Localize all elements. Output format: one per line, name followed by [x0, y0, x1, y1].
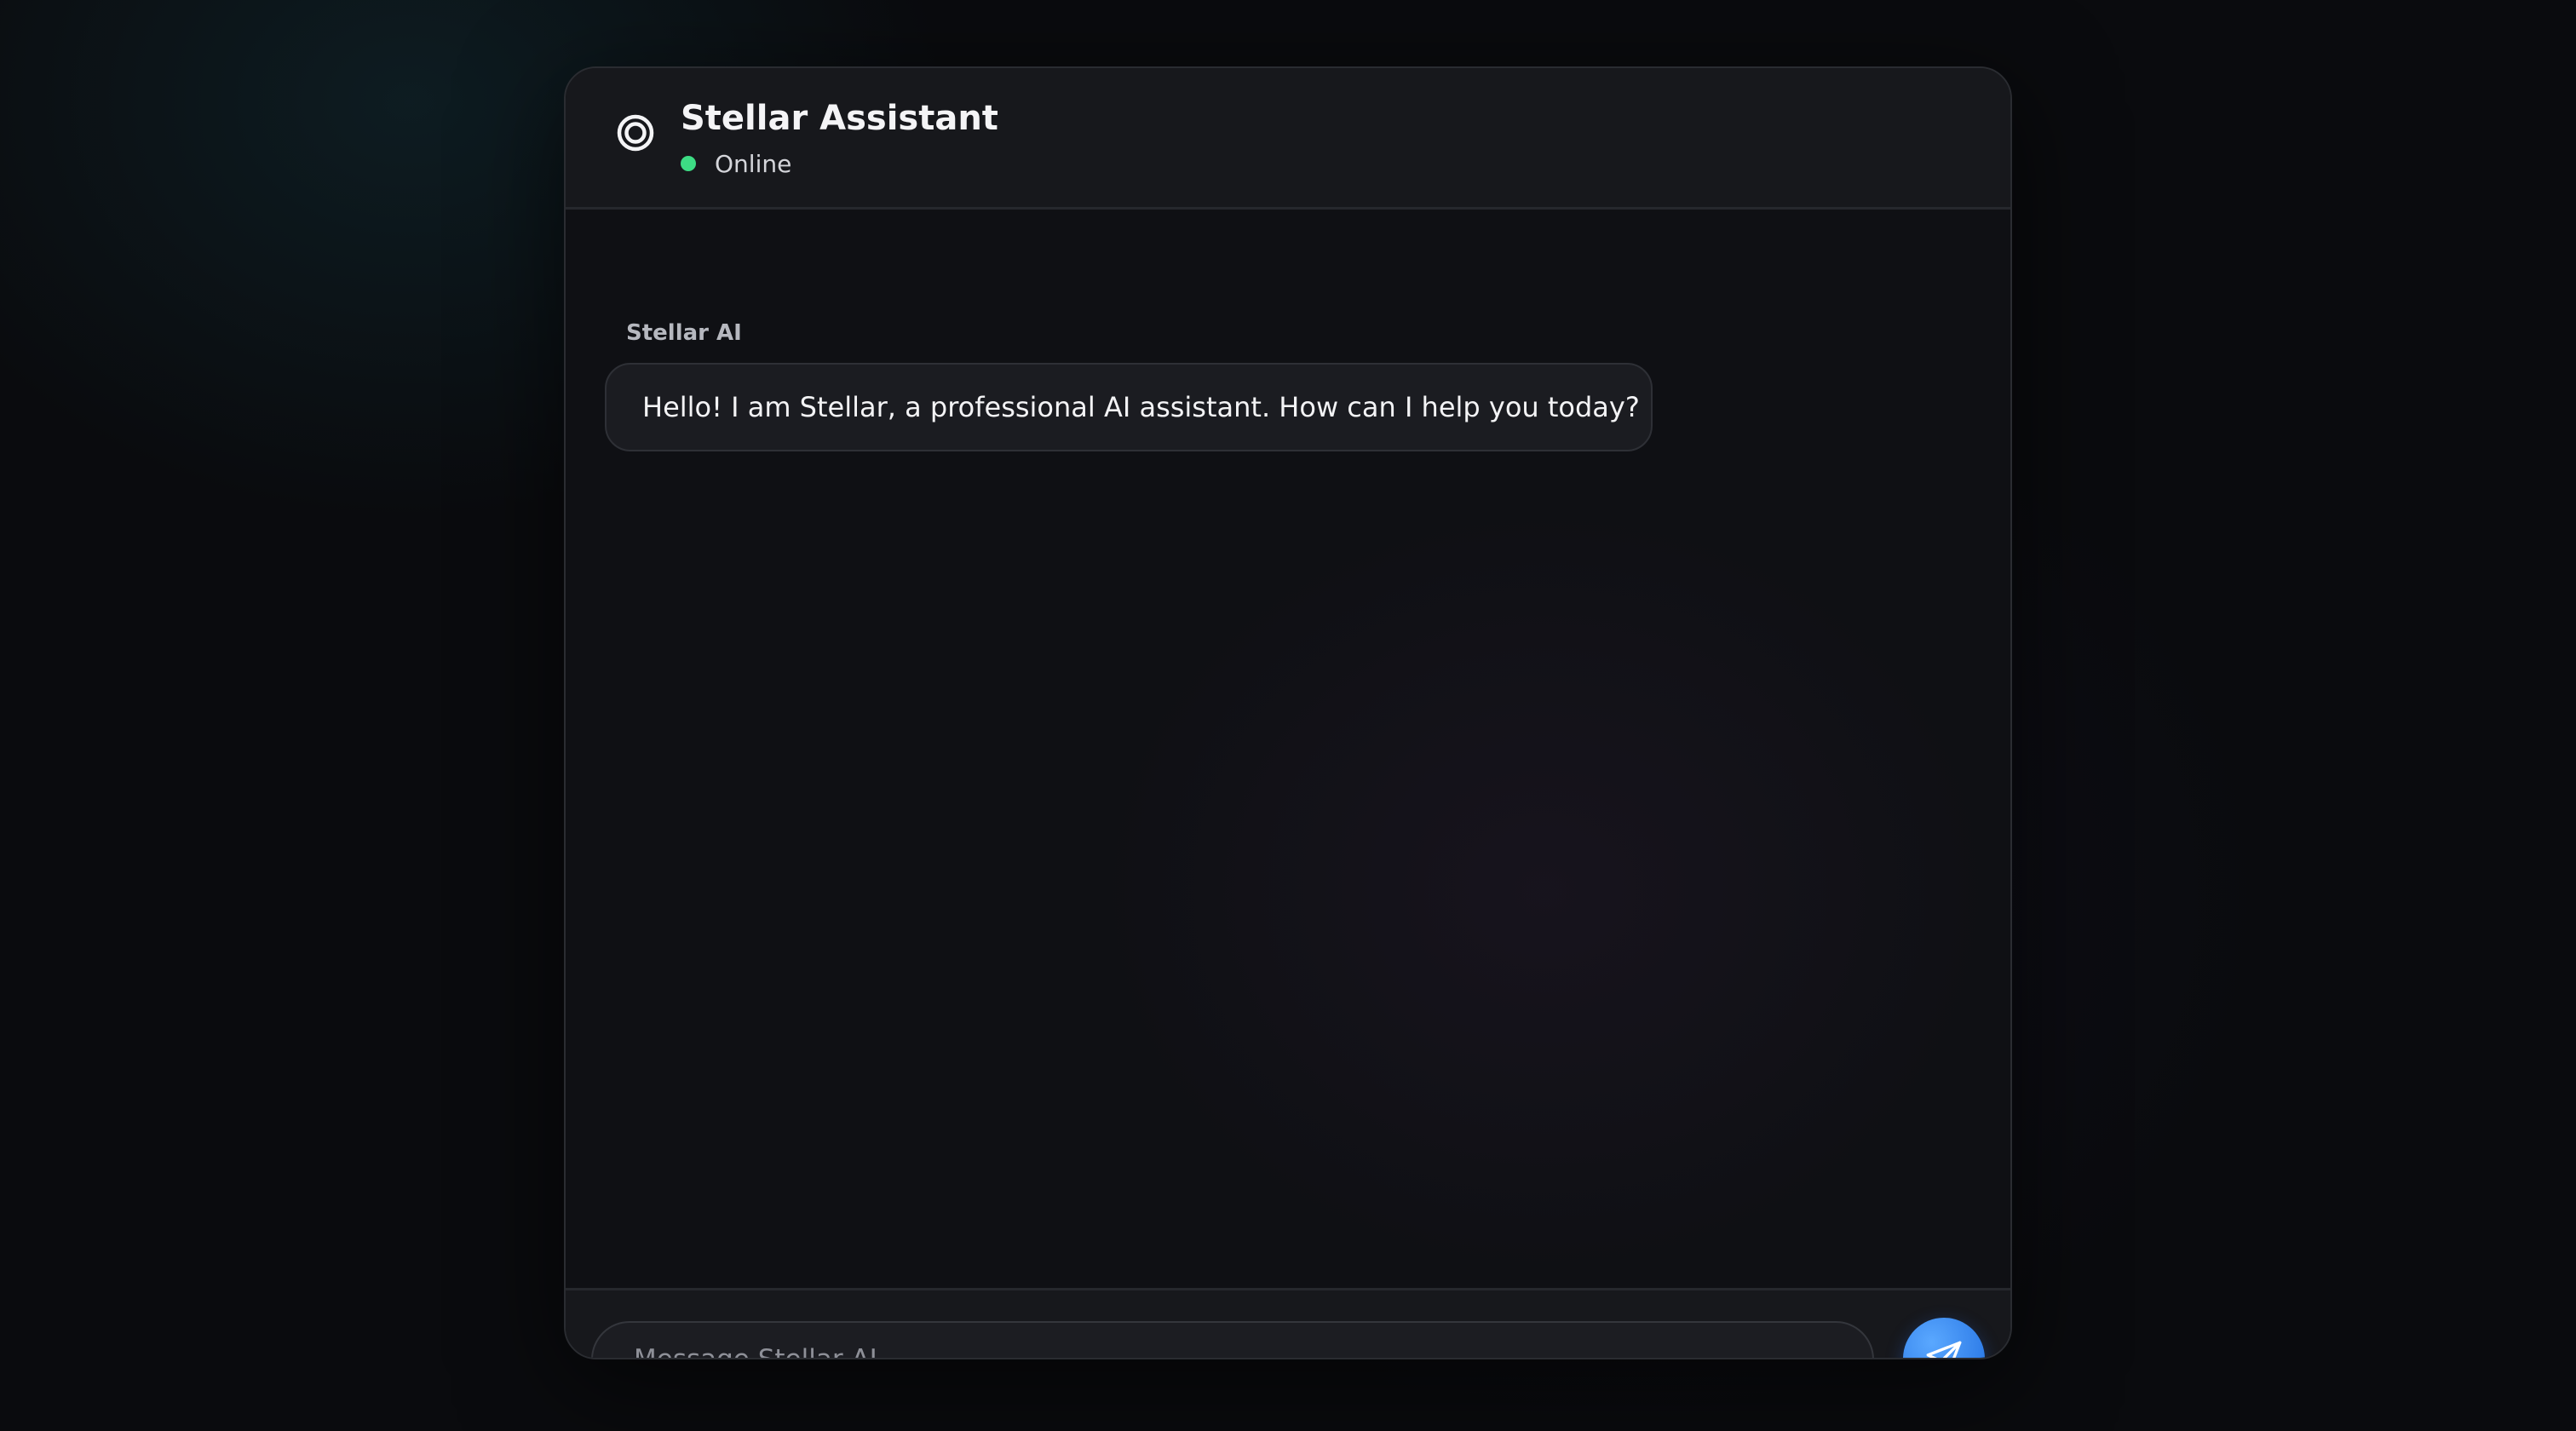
message-input[interactable]	[591, 1321, 1874, 1358]
logo-icon	[617, 114, 654, 152]
status-text: Online	[715, 149, 792, 178]
assistant-message-bubble: Hello! I am Stellar, a professional AI a…	[605, 363, 1653, 451]
chat-header: Stellar Assistant Online	[566, 68, 2010, 210]
online-status-dot	[681, 156, 696, 171]
message-sender: Stellar AI	[626, 320, 742, 346]
status-indicator: Online	[681, 147, 791, 181]
message-list[interactable]: Stellar AI Hello! I am Stellar, a profes…	[566, 210, 2010, 1288]
paper-plane-icon	[1926, 1341, 1962, 1358]
page-title: Stellar Assistant	[681, 99, 998, 138]
chat-window: Stellar Assistant Online Stellar AI Hell…	[564, 66, 2012, 1359]
message-text: Hello! I am Stellar, a professional AI a…	[642, 391, 1640, 423]
send-button[interactable]	[1903, 1318, 1985, 1358]
message-composer	[566, 1288, 2010, 1358]
